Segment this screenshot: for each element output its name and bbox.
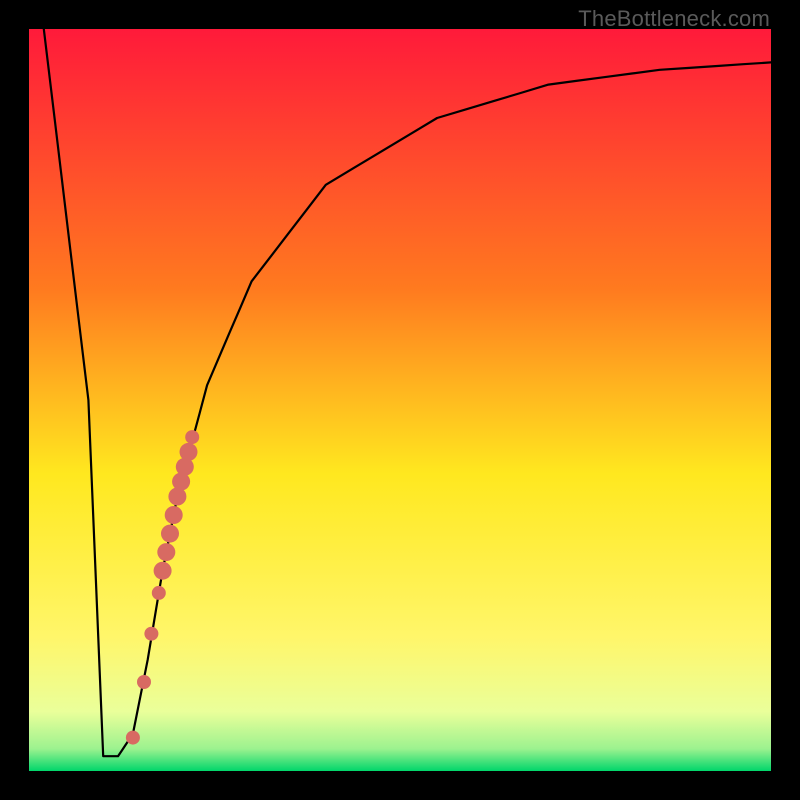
highlight-point: [126, 731, 140, 745]
highlight-point: [154, 562, 172, 580]
highlight-point: [137, 675, 151, 689]
highlight-point: [152, 586, 166, 600]
highlight-point: [157, 543, 175, 561]
plot-area: [29, 29, 771, 771]
chart-frame: TheBottleneck.com: [0, 0, 800, 800]
bottleneck-chart: [29, 29, 771, 771]
highlight-point: [185, 430, 199, 444]
highlight-point: [161, 525, 179, 543]
highlight-point: [165, 506, 183, 524]
highlight-point: [180, 443, 198, 461]
highlight-point: [144, 627, 158, 641]
